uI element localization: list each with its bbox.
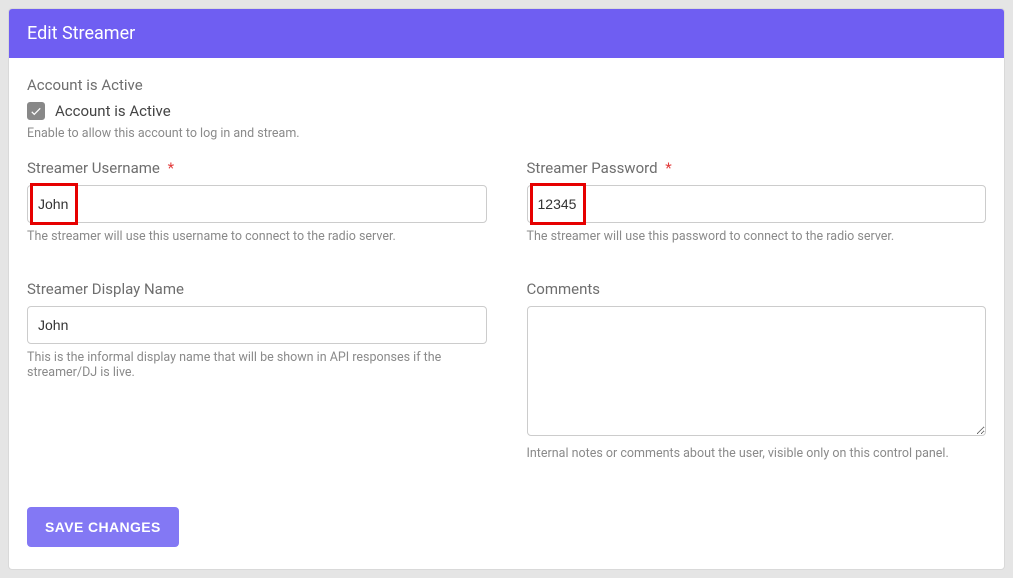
checkmark-icon <box>29 104 43 118</box>
password-label: Streamer Password * <box>527 159 987 177</box>
checkbox-icon[interactable] <box>27 102 45 120</box>
username-label-text: Streamer Username <box>27 159 160 177</box>
password-group: Streamer Password * The streamer will us… <box>527 159 987 244</box>
comments-textarea[interactable] <box>527 306 987 436</box>
display-name-label: Streamer Display Name <box>27 280 487 298</box>
required-mark: * <box>168 159 174 177</box>
edit-streamer-card: Edit Streamer Account is Active Account … <box>8 8 1005 570</box>
comments-group: Comments Internal notes or comments abou… <box>527 280 987 461</box>
card-body: Account is Active Account is Active Enab… <box>9 58 1004 569</box>
username-input-wrap <box>27 185 487 223</box>
two-column-row-2: Streamer Display Name This is the inform… <box>27 280 986 479</box>
display-name-input[interactable] <box>27 306 487 344</box>
username-label: Streamer Username * <box>27 159 487 177</box>
account-active-checkbox-label: Account is Active <box>55 102 171 120</box>
account-active-label: Account is Active <box>27 76 986 94</box>
comments-hint: Internal notes or comments about the use… <box>527 446 987 461</box>
password-input[interactable] <box>527 185 987 223</box>
account-active-group: Account is Active Account is Active Enab… <box>27 76 986 141</box>
display-name-hint: This is the informal display name that w… <box>27 350 487 380</box>
account-active-hint: Enable to allow this account to log in a… <box>27 126 986 141</box>
password-hint: The streamer will use this password to c… <box>527 229 987 244</box>
required-mark: * <box>665 159 671 177</box>
display-name-group: Streamer Display Name This is the inform… <box>27 280 487 461</box>
save-changes-button[interactable]: SAVE CHANGES <box>27 507 179 547</box>
username-hint: The streamer will use this username to c… <box>27 229 487 244</box>
username-group: Streamer Username * The streamer will us… <box>27 159 487 244</box>
two-column-row-1: Streamer Username * The streamer will us… <box>27 159 986 262</box>
password-input-wrap <box>527 185 987 223</box>
card-title: Edit Streamer <box>9 9 1004 58</box>
username-input[interactable] <box>27 185 487 223</box>
password-label-text: Streamer Password <box>527 159 658 177</box>
comments-label: Comments <box>527 280 987 298</box>
account-active-checkbox-row[interactable]: Account is Active <box>27 102 986 120</box>
